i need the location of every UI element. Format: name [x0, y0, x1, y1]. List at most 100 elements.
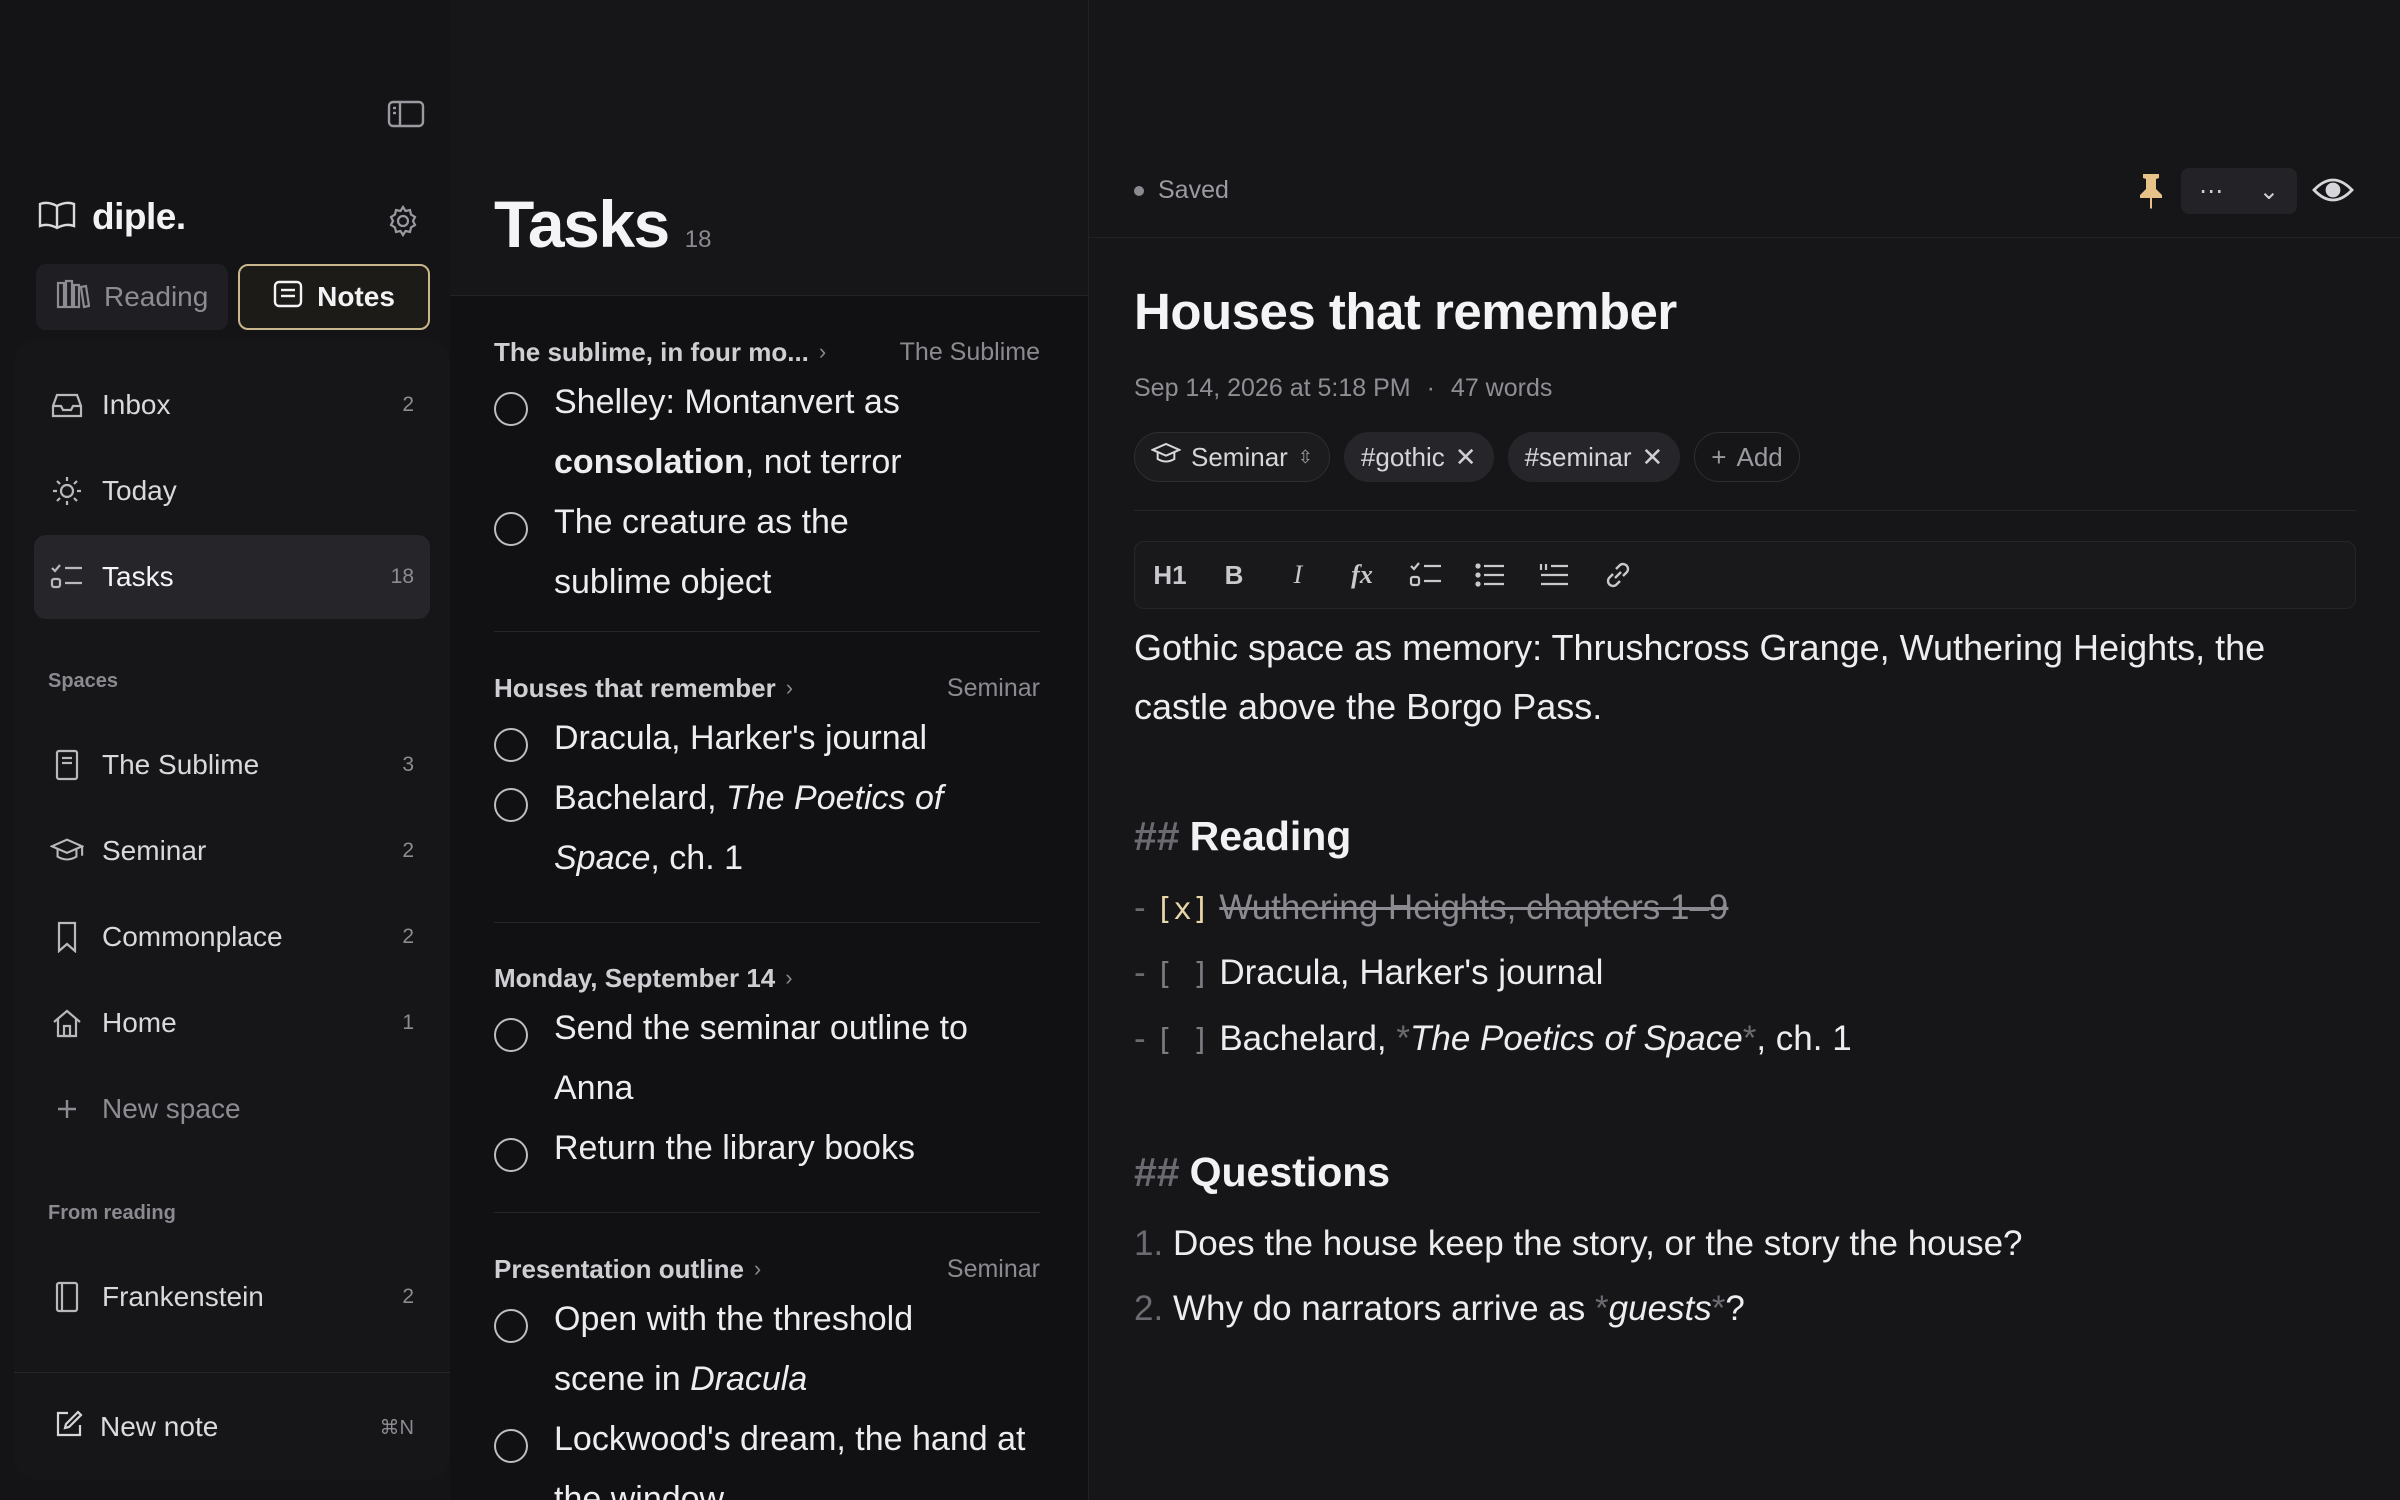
bullet-list-icon[interactable]	[1469, 554, 1511, 596]
eye-icon[interactable]	[2311, 170, 2355, 210]
ellipsis-icon: ⋯	[2198, 177, 2223, 205]
checklist-icon[interactable]	[1405, 554, 1447, 596]
chevron-down-icon: ⌄	[2258, 177, 2280, 205]
task-text[interactable]: The creature as the sublime object	[554, 492, 884, 612]
task-group-header[interactable]: Presentation outline › Seminar	[494, 1249, 1040, 1289]
task-group-header[interactable]: Houses that remember › Seminar	[494, 668, 1040, 708]
italic-button[interactable]: I	[1277, 554, 1319, 596]
reading-heading: ## Reading	[1134, 813, 1351, 860]
question-text: Why do narrators arrive as *guests*?	[1172, 1289, 1745, 1328]
bold-button[interactable]: B	[1213, 554, 1255, 596]
reading-tab[interactable]: Reading	[36, 264, 228, 330]
close-icon[interactable]: ✕	[1455, 442, 1477, 473]
task-checkbox[interactable]	[494, 512, 528, 546]
task-text[interactable]: Dracula, Harker's journal	[554, 708, 927, 768]
task-text[interactable]: Lockwood's dream, the hand at the window	[554, 1409, 1040, 1500]
heading-text: Reading	[1189, 813, 1352, 859]
add-tag-button[interactable]: + Add	[1694, 432, 1800, 482]
heading-marker: ##	[1134, 813, 1180, 859]
sidebar-item-frankenstein[interactable]: Frankenstein 2	[34, 1255, 430, 1339]
pin-icon[interactable]	[2131, 170, 2171, 210]
save-status: Saved	[1134, 176, 1229, 205]
mode-switch: Reading Notes	[36, 264, 430, 330]
sidebar-item-home[interactable]: Home 1	[34, 981, 430, 1065]
sidebar-toggle-icon[interactable]	[386, 98, 426, 130]
word-count: 47 words	[1450, 374, 1553, 402]
count-badge: 2	[402, 925, 414, 948]
close-icon[interactable]: ✕	[1642, 442, 1664, 473]
new-note-button[interactable]: New note ⌘N	[54, 1403, 414, 1451]
note-date: Sep 14, 2026 at 5:18 PM	[1134, 374, 1411, 402]
task-checkbox[interactable]	[494, 392, 528, 426]
count-badge: 2	[402, 1285, 414, 1308]
books-icon	[56, 279, 91, 316]
numbered-item: 1. Does the house keep the story, or the…	[1134, 1220, 2023, 1268]
task-checkbox[interactable]	[494, 1309, 528, 1343]
gear-icon[interactable]	[386, 204, 420, 238]
task-group-space: The Sublime	[899, 337, 1040, 366]
checkbox-done[interactable]: [x]	[1155, 892, 1209, 927]
tag-chip[interactable]: #seminar ✕	[1507, 432, 1681, 482]
task-text[interactable]: Open with the threshold scene in Dracula	[554, 1289, 994, 1409]
list-number: 2.	[1134, 1289, 1164, 1328]
quote-icon[interactable]	[1533, 554, 1575, 596]
save-status-label: Saved	[1158, 176, 1229, 204]
task-group-header[interactable]: The sublime, in four mo... › The Sublime	[494, 332, 1040, 372]
checklist-icon	[50, 560, 84, 594]
task-checkbox[interactable]	[494, 1138, 528, 1172]
note-body[interactable]: Gothic space as memory: Thrushcross Gran…	[1134, 618, 2356, 1328]
space-selector[interactable]: Seminar ⇳	[1134, 432, 1330, 482]
compose-icon	[54, 1409, 84, 1446]
sidebar-item-label: Commonplace	[102, 921, 283, 952]
meta-separator: ·	[1426, 374, 1435, 402]
divider	[494, 1212, 1040, 1213]
notes-tab[interactable]: Notes	[238, 264, 430, 330]
task-group-header[interactable]: Monday, September 14 ›	[494, 958, 1040, 998]
tag-chip[interactable]: #gothic ✕	[1343, 432, 1494, 482]
house-icon	[50, 1006, 84, 1040]
task-checkbox[interactable]	[494, 1018, 528, 1052]
status-dot	[1134, 185, 1144, 196]
new-space-button[interactable]: New space	[34, 1067, 430, 1151]
checklist-text: Bachelard, *The Poetics of Space*, ch. 1	[1219, 1019, 1852, 1058]
list-marker: -	[1134, 953, 1146, 992]
sidebar-item-the-sublime[interactable]: The Sublime 3	[34, 723, 430, 807]
task-checkbox[interactable]	[494, 788, 528, 822]
task-checkbox[interactable]	[494, 1429, 528, 1463]
task-group: Houses that remember › Seminar Dracula, …	[494, 668, 1040, 888]
sidebar-item-seminar[interactable]: Seminar 2	[34, 809, 430, 893]
task-group: The sublime, in four mo... › The Sublime…	[494, 332, 1040, 612]
checklist-text: Dracula, Harker's journal	[1219, 953, 1604, 992]
sidebar-item-commonplace[interactable]: Commonplace 2	[34, 895, 430, 979]
sidebar-item-inbox[interactable]: Inbox 2	[34, 363, 430, 447]
task-item: Return the library books	[494, 1129, 1040, 1178]
plus-icon	[50, 1092, 84, 1126]
task-text[interactable]: Return the library books	[554, 1118, 915, 1178]
checkbox-open[interactable]: [ ]	[1155, 1023, 1209, 1058]
task-text[interactable]: Shelley: Montanvert as consolation, not …	[554, 372, 1040, 492]
count-badge: 2	[402, 839, 414, 862]
divider	[1134, 510, 2356, 511]
divider	[494, 922, 1040, 923]
sun-icon	[50, 474, 84, 508]
heading-button[interactable]: H1	[1149, 554, 1191, 596]
count-badge: 18	[390, 565, 414, 588]
task-group-space: Seminar	[946, 673, 1040, 702]
task-group-title: The sublime, in four mo...	[494, 336, 809, 367]
add-tag-label: Add	[1736, 441, 1783, 472]
note-editor: Saved ⋯ ⌄ Houses that remember Sep 14, 2…	[1088, 0, 2400, 1500]
link-icon[interactable]	[1597, 554, 1639, 596]
new-note-label: New note	[100, 1411, 219, 1442]
formula-button[interactable]: fx	[1341, 554, 1383, 596]
task-checkbox[interactable]	[494, 728, 528, 762]
sidebar-item-today[interactable]: Today	[34, 449, 430, 533]
note-title[interactable]: Houses that remember	[1134, 282, 1677, 341]
task-text[interactable]: Bachelard, The Poetics of Space, ch. 1	[554, 768, 994, 888]
checkbox-open[interactable]: [ ]	[1155, 957, 1209, 992]
more-menu-button[interactable]: ⋯ ⌄	[2181, 168, 2297, 214]
heading-text: Questions	[1189, 1149, 1391, 1195]
task-text[interactable]: Send the seminar outline to Anna	[554, 998, 984, 1118]
sidebar-item-tasks[interactable]: Tasks 18	[34, 535, 430, 619]
divider	[494, 631, 1040, 632]
task-group: Presentation outline › Seminar Open with…	[494, 1249, 1040, 1500]
